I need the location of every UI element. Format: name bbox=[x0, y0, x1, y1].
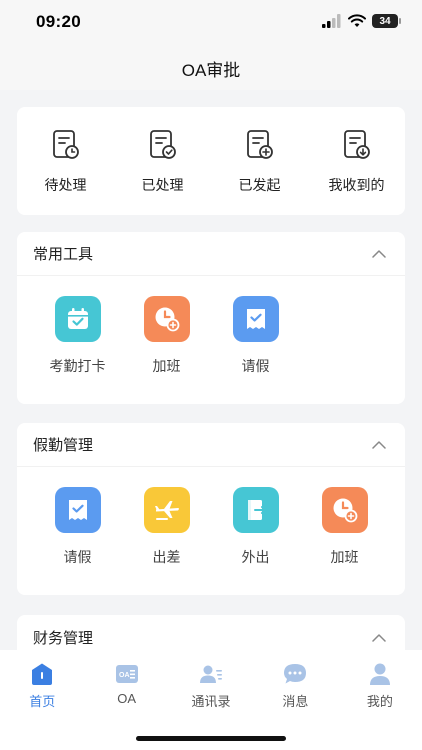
tool-label: 加班 bbox=[152, 358, 181, 374]
collapse-button[interactable] bbox=[369, 244, 389, 264]
chevron-up-icon bbox=[372, 441, 386, 449]
quick-item-processed[interactable]: 已处理 bbox=[114, 107, 211, 215]
page-title: OA审批 bbox=[181, 60, 241, 80]
exit-door-icon bbox=[232, 487, 279, 533]
quick-item-initiated[interactable]: 已发起 bbox=[211, 107, 308, 215]
quick-item-received[interactable]: 我收到的 bbox=[308, 107, 405, 215]
chevron-up-icon bbox=[372, 250, 386, 258]
message-icon bbox=[284, 664, 307, 684]
tool-label: 请假 bbox=[241, 358, 270, 374]
finance-management-card: 财务管理 bbox=[17, 615, 405, 655]
tool-label: 考勤打卡 bbox=[49, 358, 106, 374]
tool-label: 请假 bbox=[63, 549, 92, 565]
oa-card-icon: OA bbox=[115, 665, 138, 683]
tool-label: 加班 bbox=[330, 549, 359, 565]
tool-leave[interactable]: 请假 bbox=[211, 296, 300, 376]
nav-bar: OA审批 bbox=[0, 46, 422, 90]
tool-business-trip[interactable]: 出差 bbox=[122, 487, 211, 567]
tool-leave[interactable]: 请假 bbox=[33, 487, 122, 567]
approval-quick-actions: 待处理 已处理 已发起 我收到的 bbox=[17, 107, 405, 215]
tool-overtime[interactable]: 加班 bbox=[300, 487, 389, 567]
tab-contacts[interactable]: 通讯录 bbox=[169, 650, 253, 716]
clock-plus-icon bbox=[321, 487, 368, 533]
doc-plus-icon bbox=[246, 130, 273, 159]
note-check-icon bbox=[232, 296, 279, 342]
doc-clock-icon bbox=[52, 130, 79, 159]
leave-management-card: 假勤管理 请假 出差 外出 加班 bbox=[17, 423, 405, 595]
tab-home[interactable]: 首页 bbox=[0, 650, 84, 716]
quick-label: 我收到的 bbox=[328, 177, 385, 193]
chevron-up-icon bbox=[372, 633, 386, 642]
status-icons: 34 bbox=[322, 14, 401, 28]
tool-overtime[interactable]: 加班 bbox=[122, 296, 211, 376]
tab-label: 首页 bbox=[29, 694, 56, 709]
quick-label: 待处理 bbox=[44, 177, 87, 193]
tab-oa[interactable]: OA OA bbox=[84, 650, 168, 716]
doc-download-icon bbox=[343, 130, 370, 159]
clock-plus-icon bbox=[143, 296, 190, 342]
tool-label: 出差 bbox=[152, 549, 181, 565]
quick-label: 已处理 bbox=[141, 177, 184, 193]
tab-messages[interactable]: 消息 bbox=[253, 650, 337, 716]
wifi-icon bbox=[348, 14, 366, 27]
tab-label: 通讯录 bbox=[191, 694, 231, 709]
calendar-check-icon bbox=[54, 296, 101, 342]
airplane-icon bbox=[143, 487, 190, 533]
tab-label: 我的 bbox=[366, 694, 393, 709]
home-indicator bbox=[136, 736, 286, 741]
contacts-icon bbox=[200, 665, 223, 683]
common-tools-card: 常用工具 考勤打卡 加班 请假 bbox=[17, 232, 405, 404]
quick-label: 已发起 bbox=[238, 177, 281, 193]
doc-check-icon bbox=[149, 130, 176, 159]
tool-attendance-clock-in[interactable]: 考勤打卡 bbox=[33, 296, 122, 376]
section-title: 财务管理 bbox=[33, 629, 94, 647]
bottom-tab-bar: 首页 OA OA 通讯录 消息 我的 bbox=[0, 650, 422, 750]
status-bar: 09:20 34 bbox=[0, 0, 422, 46]
battery-icon: 34 bbox=[372, 14, 401, 28]
section-title: 假勤管理 bbox=[33, 437, 94, 454]
signal-icon bbox=[322, 14, 341, 28]
tool-go-out[interactable]: 外出 bbox=[211, 487, 300, 567]
tab-label: OA bbox=[117, 691, 136, 706]
battery-level: 34 bbox=[379, 15, 391, 27]
quick-item-pending[interactable]: 待处理 bbox=[17, 107, 114, 215]
note-check-icon bbox=[54, 487, 101, 533]
collapse-button[interactable] bbox=[369, 435, 389, 455]
status-time: 09:20 bbox=[36, 12, 81, 31]
profile-icon bbox=[369, 663, 390, 685]
tab-profile[interactable]: 我的 bbox=[338, 650, 422, 716]
section-title: 常用工具 bbox=[33, 246, 94, 263]
collapse-button[interactable] bbox=[369, 627, 389, 647]
section-header: 常用工具 bbox=[17, 232, 405, 276]
tab-label: 消息 bbox=[282, 694, 309, 709]
svg-text:OA: OA bbox=[119, 672, 130, 679]
section-header: 假勤管理 bbox=[17, 423, 405, 467]
home-icon bbox=[32, 663, 53, 685]
tool-label: 外出 bbox=[241, 549, 270, 565]
